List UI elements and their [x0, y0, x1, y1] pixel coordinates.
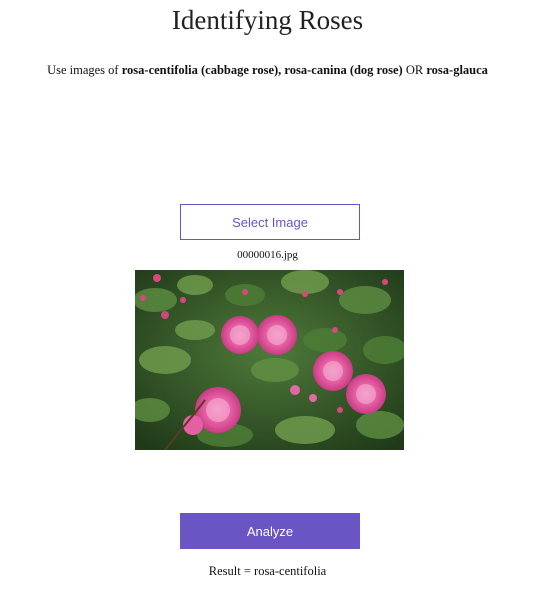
- selected-file-name: 00000016.jpg: [237, 249, 298, 261]
- result-text: Result = rosa-centifolia: [208, 564, 327, 578]
- page-title: Identifying Roses: [171, 5, 364, 35]
- rose-image-preview: [135, 270, 404, 450]
- rose-option-glauca: rosa-glauca: [426, 63, 488, 77]
- rose-option-canina: rosa-canina (dog rose): [284, 63, 403, 77]
- select-image-button[interactable]: Select Image: [180, 204, 360, 240]
- instructions-text: Use images of rosa-centifolia (cabbage r…: [0, 62, 535, 78]
- analyze-button[interactable]: Analyze: [180, 513, 360, 549]
- rose-option-centifolia: rosa-centifolia (cabbage rose),: [121, 63, 282, 77]
- instructions-prefix: Use images of: [47, 63, 122, 77]
- instructions-or: OR: [402, 63, 427, 77]
